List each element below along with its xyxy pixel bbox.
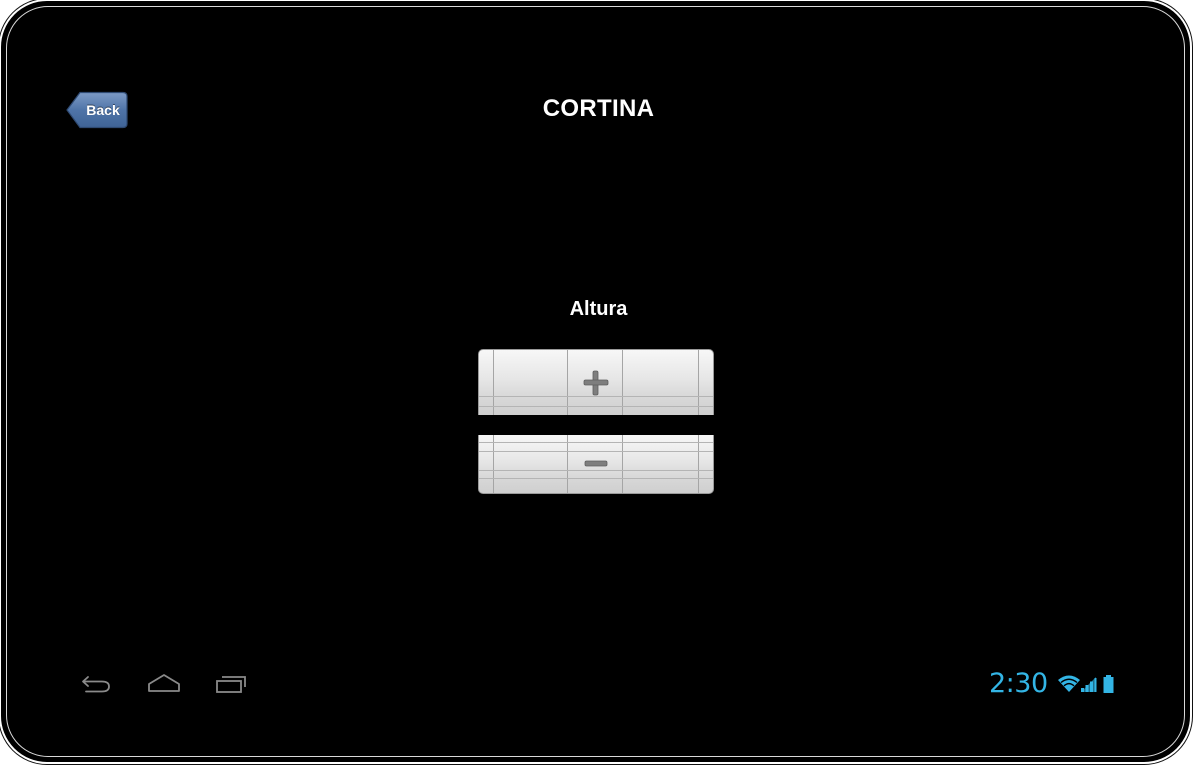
wifi-icon	[1058, 675, 1080, 692]
divider	[479, 406, 713, 407]
signal-icon	[1081, 677, 1097, 692]
divider	[479, 478, 713, 479]
decrease-height-button[interactable]	[478, 435, 714, 494]
increase-height-button[interactable]	[478, 349, 714, 415]
battery-icon	[1103, 675, 1114, 693]
divider	[479, 470, 713, 471]
clock: 2:30	[989, 668, 1048, 699]
divider	[567, 435, 568, 493]
plus-icon	[583, 370, 609, 396]
divider	[479, 396, 713, 397]
minus-icon	[584, 460, 608, 467]
divider	[493, 435, 494, 493]
divider	[479, 451, 713, 452]
back-icon[interactable]	[80, 674, 112, 694]
divider	[622, 435, 623, 493]
divider	[698, 435, 699, 493]
height-label: Altura	[569, 298, 628, 320]
page-title: CORTINA	[542, 95, 655, 122]
home-icon[interactable]	[147, 673, 181, 693]
divider	[479, 442, 713, 443]
recent-apps-icon[interactable]	[215, 674, 247, 694]
